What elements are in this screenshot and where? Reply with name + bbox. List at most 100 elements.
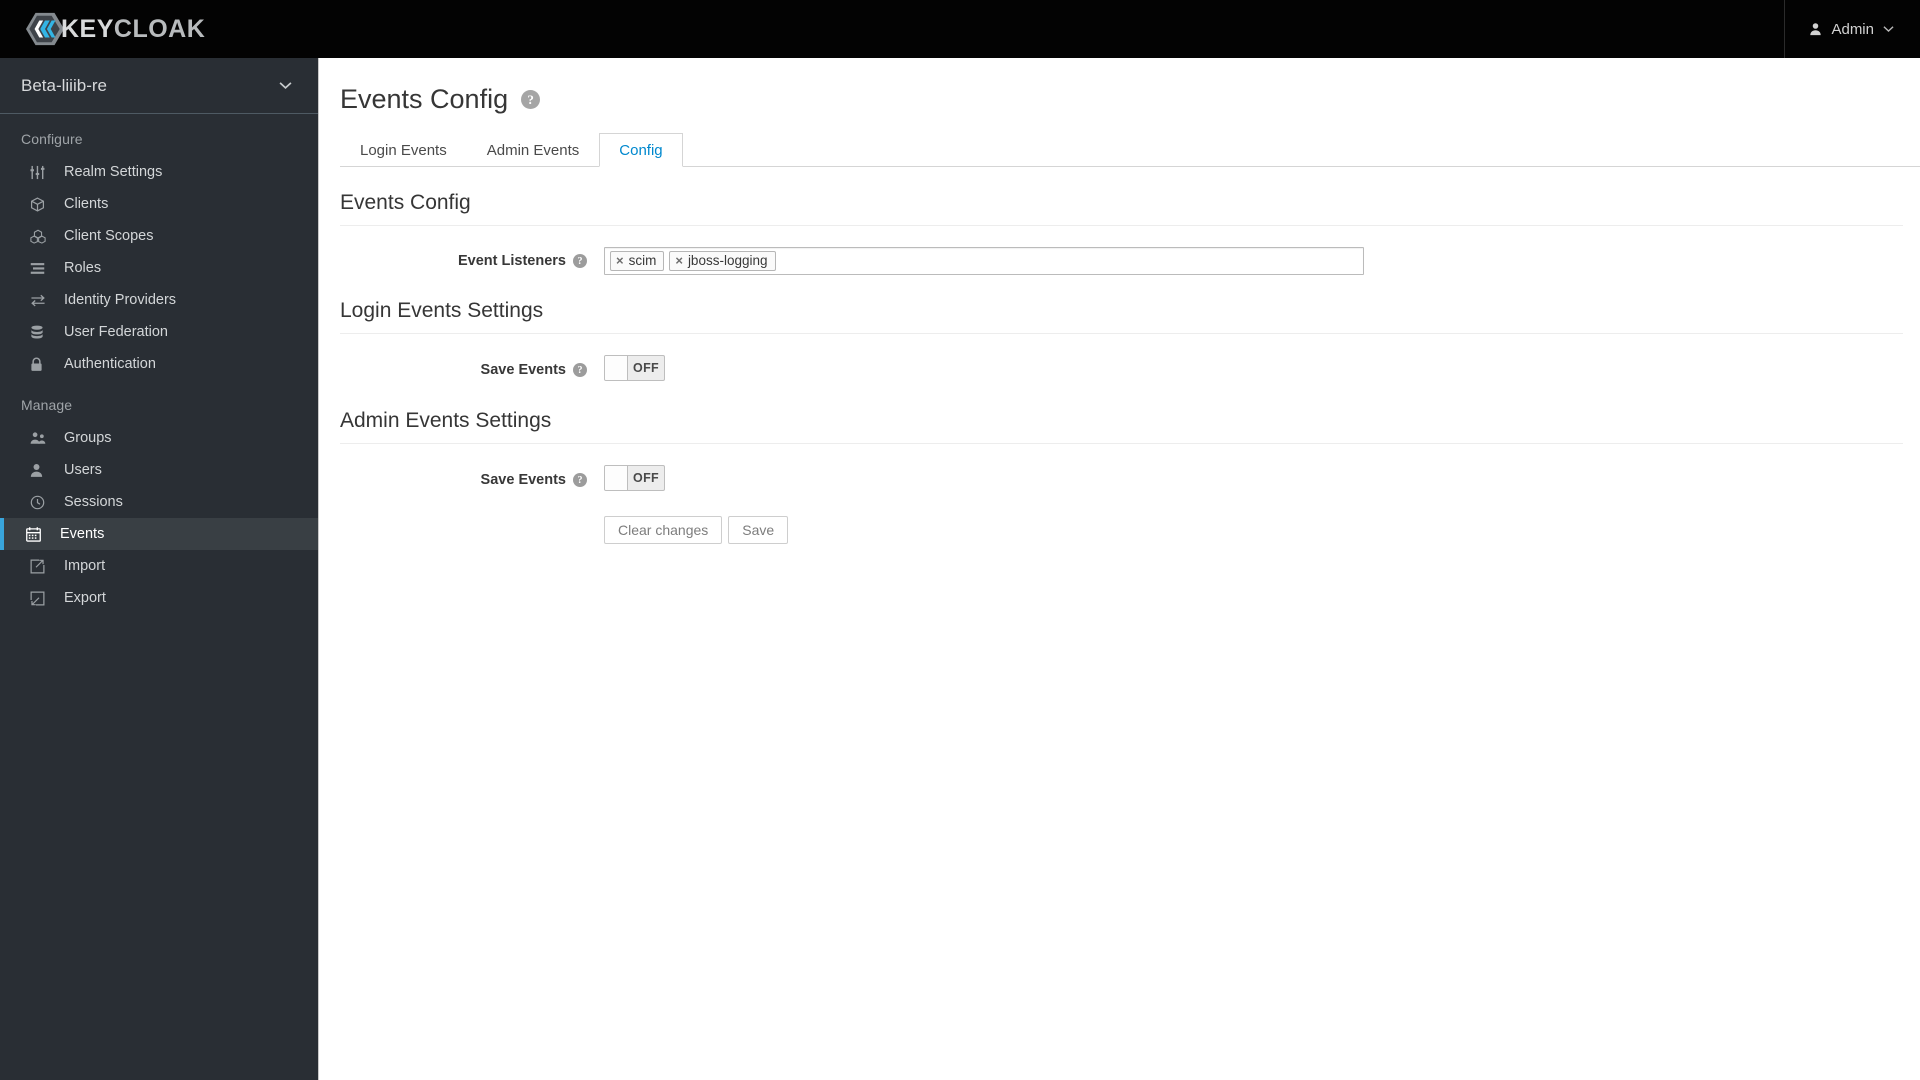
cubes-icon [30, 229, 52, 244]
toggle-knob [605, 466, 628, 490]
event-listeners-input[interactable]: × scim × jboss-logging [604, 247, 1364, 275]
masthead-right: Admin [1784, 0, 1920, 58]
section-title: Admin Events Settings [340, 409, 1903, 444]
realm-selector[interactable]: Beta-liiib-re [0, 58, 318, 114]
chip-scim: × scim [610, 251, 665, 271]
help-icon[interactable]: ? [573, 363, 587, 377]
toggle-knob [605, 356, 628, 380]
calendar-icon [26, 526, 48, 542]
sidebar-item-groups[interactable]: Groups [0, 422, 318, 454]
user-icon [1810, 23, 1822, 36]
database-icon [30, 325, 52, 340]
chevron-down-icon [279, 82, 292, 90]
masthead: KEYCLOAK Admin [0, 0, 1920, 58]
sidebar-item-label: Sessions [64, 494, 123, 510]
close-icon[interactable]: × [616, 254, 624, 267]
sidebar-item-authentication[interactable]: Authentication [0, 348, 318, 380]
form-label-group: Save Events ? [340, 472, 587, 488]
section-title: Events Config [340, 191, 1903, 226]
sidebar-item-label: Export [64, 590, 106, 606]
section-admin-events-settings: Admin Events Settings Save Events ? OFF … [340, 409, 1920, 544]
tab-bar: Login Events Admin Events Config [340, 131, 1920, 167]
brand-text-key: KEY [61, 14, 114, 43]
main-content: Events Config ? Login Events Admin Event… [319, 58, 1920, 1080]
toggle-state-label: OFF [633, 471, 659, 485]
sidebar-item-label: Client Scopes [64, 228, 154, 244]
users-group-icon [30, 431, 52, 446]
form-actions: Clear changes Save [604, 516, 1920, 544]
field-label: Event Listeners [458, 253, 566, 269]
sidebar-item-label: Events [60, 526, 105, 542]
clear-changes-button[interactable]: Clear changes [604, 516, 723, 544]
page-header: Events Config ? [340, 84, 1920, 115]
sidebar-item-roles[interactable]: Roles [0, 252, 318, 284]
lock-icon [30, 357, 52, 372]
sidebar-item-users[interactable]: Users [0, 454, 318, 486]
help-icon[interactable]: ? [573, 473, 587, 487]
sidebar-item-client-scopes[interactable]: Client Scopes [0, 220, 318, 252]
realm-selector-label: Beta-liiib-re [21, 75, 107, 95]
field-label: Save Events [480, 362, 566, 378]
nav-group-title-configure: Configure [21, 131, 83, 147]
sidebar-nav: Configure Realm Settings Clients Client … [0, 114, 318, 614]
sidebar-item-label: Identity Providers [64, 292, 177, 308]
tab-login-events[interactable]: Login Events [340, 133, 467, 167]
sidebar-item-sessions[interactable]: Sessions [0, 486, 318, 518]
tab-admin-events[interactable]: Admin Events [467, 133, 600, 167]
save-button[interactable]: Save [728, 516, 789, 544]
form-control: OFF [604, 355, 665, 385]
sidebar-item-label: Realm Settings [64, 164, 163, 180]
sidebar-item-realm-settings[interactable]: Realm Settings [0, 156, 318, 188]
chip-label: scim [628, 253, 657, 268]
help-icon[interactable]: ? [521, 90, 541, 109]
section-login-events-settings: Login Events Settings Save Events ? OFF [340, 299, 1920, 385]
sidebar-item-label: Roles [64, 260, 102, 276]
clock-icon [30, 495, 52, 510]
sidebar-item-user-federation[interactable]: User Federation [0, 316, 318, 348]
list-icon [30, 261, 52, 276]
toggle-state-label: OFF [633, 361, 659, 375]
user-menu[interactable]: Admin [1809, 21, 1894, 38]
sidebar-item-import[interactable]: Import [0, 550, 318, 582]
export-arrow-icon [30, 591, 52, 606]
exchange-arrows-icon [30, 293, 52, 308]
page-title: Events Config [340, 84, 509, 114]
form-label-group: Event Listeners ? [340, 253, 587, 269]
sidebar-item-export[interactable]: Export [0, 582, 318, 614]
sidebar-item-label: Clients [64, 196, 109, 212]
close-icon[interactable]: × [675, 254, 683, 267]
sidebar-item-label: Groups [64, 430, 112, 446]
chevron-down-icon [1883, 26, 1894, 32]
import-arrow-icon [30, 559, 52, 574]
sidebar-item-events[interactable]: Events [0, 518, 318, 550]
form-control: OFF [604, 465, 665, 495]
brand-text-cloak: CLOAK [113, 14, 206, 43]
sidebar-item-label: User Federation [64, 324, 168, 340]
sidebar-item-label: Authentication [64, 356, 156, 372]
sliders-icon [30, 165, 52, 180]
form-row-event-listeners: Event Listeners ? × scim × jboss-logging [340, 247, 1920, 275]
sidebar: Beta-liiib-re Configure Realm Settings C… [0, 58, 319, 1080]
tab-config[interactable]: Config [599, 133, 683, 167]
user-icon [30, 463, 52, 478]
brand-text: KEYCLOAK [61, 15, 205, 44]
nav-group-title-manage: Manage [21, 397, 73, 413]
chip-jboss-logging: × jboss-logging [669, 251, 776, 271]
form-label-group: Save Events ? [340, 362, 587, 378]
keycloak-brand[interactable]: KEYCLOAK [26, 0, 205, 58]
login-save-events-toggle[interactable]: OFF [604, 355, 665, 381]
sidebar-item-label: Users [64, 462, 102, 478]
section-title: Login Events Settings [340, 299, 1903, 334]
sidebar-item-identity-providers[interactable]: Identity Providers [0, 284, 318, 316]
field-label: Save Events [480, 472, 566, 488]
form-row-admin-save-events: Save Events ? OFF [340, 465, 1920, 495]
help-icon[interactable]: ? [573, 254, 587, 268]
form-control: × scim × jboss-logging [604, 247, 1364, 275]
chip-label: jboss-logging [687, 253, 768, 268]
user-menu-label: Admin [1831, 20, 1874, 38]
keycloak-logo-icon [26, 12, 64, 46]
form-row-login-save-events: Save Events ? OFF [340, 355, 1920, 385]
cube-icon [30, 196, 52, 212]
admin-save-events-toggle[interactable]: OFF [604, 465, 665, 491]
sidebar-item-clients[interactable]: Clients [0, 188, 318, 220]
